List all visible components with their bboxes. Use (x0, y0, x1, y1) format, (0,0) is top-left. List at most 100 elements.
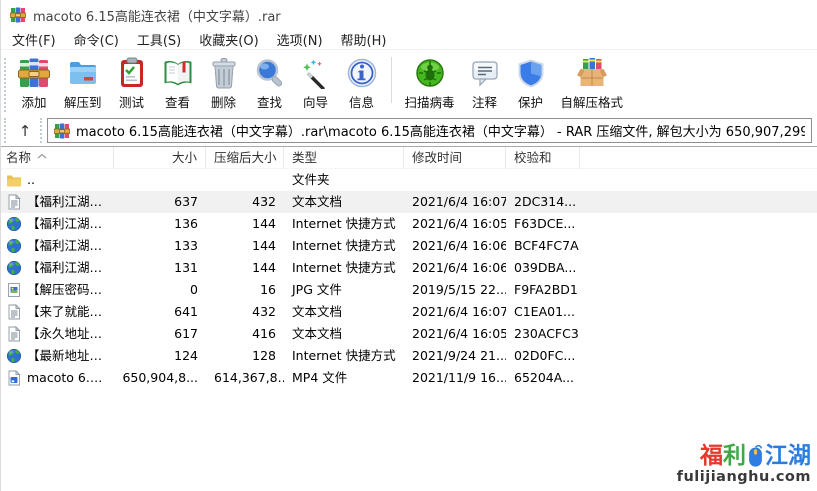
toolbar-button-label: 注释 (472, 92, 497, 111)
delete-button[interactable]: 删除 (201, 55, 247, 113)
file-row[interactable]: 【来了就能下载...641432文本文档2021/6/4 16:07C1EA01… (1, 301, 817, 323)
file-name: 【来了就能下载... (27, 301, 110, 323)
cell-packed: 432 (206, 191, 284, 213)
toolbar-button-label: 保护 (518, 92, 543, 111)
cell-name: 【福利江湖发布... (1, 213, 114, 235)
column-header-size[interactable]: 大小 (114, 147, 206, 169)
file-name: macoto 6.15高... (27, 367, 110, 389)
file-name: .. (27, 169, 35, 191)
cell-name: macoto 6.15高... (1, 367, 114, 389)
addressbar-grip-1[interactable] (4, 118, 9, 143)
toolbar-button-label: 扫描病毒 (405, 92, 455, 111)
file-row[interactable]: 【福利江湖发布...131144Internet 快捷方式2021/6/4 16… (1, 257, 817, 279)
add-icon (18, 57, 50, 89)
up-directory-button[interactable]: ↑ (11, 119, 39, 143)
title-bar: macoto 6.15高能连衣裙（中文字幕）.rar (1, 0, 817, 30)
folder-icon (6, 172, 22, 188)
test-icon (116, 57, 148, 89)
menu-item-4[interactable]: 选项(N) (268, 30, 332, 49)
cell-packed (206, 169, 284, 191)
cell-size: 131 (114, 257, 206, 279)
sort-ascending-icon (37, 147, 47, 166)
cell-packed: 16 (206, 279, 284, 301)
info-button[interactable]: 信息 (339, 55, 385, 113)
sfx-button[interactable]: 自解压格式 (554, 55, 631, 113)
cell-modified: 2021/6/4 16:07 (404, 301, 506, 323)
cell-type: Internet 快捷方式 (284, 213, 404, 235)
extract-button[interactable]: 解压到 (57, 55, 109, 113)
protect-icon (515, 57, 547, 89)
column-header-label: 类型 (292, 150, 317, 165)
cell-packed: 144 (206, 235, 284, 257)
cell-modified: 2021/6/4 16:06 (404, 235, 506, 257)
cell-modified: 2021/6/4 16:07 (404, 191, 506, 213)
cell-name: 【解压密码：来... (1, 279, 114, 301)
protect-button[interactable]: 保护 (508, 55, 554, 113)
cell-checksum: 65204A... (506, 367, 580, 389)
archive-path-text: macoto 6.15高能连衣裙（中文字幕）.rar\macoto 6.15高能… (76, 121, 805, 140)
cell-packed: 144 (206, 213, 284, 235)
cell-type: 文件夹 (284, 169, 404, 191)
toolbar-button-label: 信息 (349, 92, 374, 111)
test-button[interactable]: 测试 (109, 55, 155, 113)
cell-type: JPG 文件 (284, 279, 404, 301)
watermark-char: 江 (765, 443, 788, 469)
file-row[interactable]: .. 文件夹 (1, 169, 817, 191)
menu-item-1[interactable]: 命令(C) (65, 30, 128, 49)
cell-modified: 2021/6/4 16:05 (404, 323, 506, 345)
add-button[interactable]: 添加 (11, 55, 57, 113)
cell-size: 133 (114, 235, 206, 257)
cell-type: Internet 快捷方式 (284, 235, 404, 257)
view-icon (162, 57, 194, 89)
file-row[interactable]: macoto 6.15高...650,904,8...614,367,8...M… (1, 367, 817, 389)
scan-virus-button[interactable]: 扫描病毒 (398, 55, 462, 113)
cell-name: 【福利江湖发布... (1, 235, 114, 257)
cell-type: 文本文档 (284, 191, 404, 213)
info-icon (346, 57, 378, 89)
list-header: 名称大小压缩后大小类型 修改时间校验和 (1, 147, 817, 169)
cell-type: 文本文档 (284, 301, 404, 323)
cell-name: 【福利江湖】全... (1, 191, 114, 213)
toolbar-grip[interactable] (4, 58, 9, 112)
file-row[interactable]: 【最新地址】-...124128Internet 快捷方式2021/9/24 2… (1, 345, 817, 367)
column-header-modified[interactable]: 修改时间 (404, 147, 506, 169)
cell-size: 637 (114, 191, 206, 213)
addressbar-grip-2[interactable] (40, 118, 45, 143)
file-name: 【永久地址发布... (27, 323, 110, 345)
toolbar: 添加解压到测试查看删除查找向导 信息 扫描病毒注释 保护自解压格式 (1, 50, 817, 115)
file-row[interactable]: 【福利江湖发布...133144Internet 快捷方式2021/6/4 16… (1, 235, 817, 257)
find-button[interactable]: 查找 (247, 55, 293, 113)
wizard-icon (300, 57, 332, 89)
cell-name: 【福利江湖发布... (1, 257, 114, 279)
archive-path-field[interactable]: macoto 6.15高能连衣裙（中文字幕）.rar\macoto 6.15高能… (47, 118, 812, 143)
cell-checksum: 039DBA... (506, 257, 580, 279)
cell-size (114, 169, 206, 191)
cell-packed: 416 (206, 323, 284, 345)
column-header-packed[interactable]: 压缩后大小 (206, 147, 284, 169)
watermark-char: 福 (700, 443, 723, 469)
column-header-checksum[interactable]: 校验和 (506, 147, 580, 169)
cell-modified: 2021/11/9 16... (404, 367, 506, 389)
cell-modified (404, 169, 506, 191)
mouse-icon (747, 444, 764, 468)
menu-item-5[interactable]: 帮助(H) (332, 30, 396, 49)
cell-type: 文本文档 (284, 323, 404, 345)
winrar-archive-icon (54, 123, 70, 139)
view-button[interactable]: 查看 (155, 55, 201, 113)
file-name: 【福利江湖发布... (27, 257, 110, 279)
cell-type: MP4 文件 (284, 367, 404, 389)
file-row[interactable]: 【永久地址发布...617416文本文档2021/6/4 16:05230ACF… (1, 323, 817, 345)
file-row[interactable]: 【福利江湖发布...136144Internet 快捷方式2021/6/4 16… (1, 213, 817, 235)
wizard-button[interactable]: 向导 (293, 55, 339, 113)
cell-name: .. (1, 169, 114, 191)
comment-button[interactable]: 注释 (462, 55, 508, 113)
column-header-type[interactable]: 类型 (284, 147, 404, 169)
cell-type: Internet 快捷方式 (284, 257, 404, 279)
toolbar-button-label: 向导 (303, 92, 328, 111)
column-header-name[interactable]: 名称 (1, 147, 114, 169)
menu-item-3[interactable]: 收藏夹(O) (190, 30, 267, 49)
file-row[interactable]: 【福利江湖】全...637432文本文档2021/6/4 16:072DC314… (1, 191, 817, 213)
menu-item-2[interactable]: 工具(S) (128, 30, 190, 49)
file-row[interactable]: 【解压密码：来...016JPG 文件2019/5/15 22...F9FA2B… (1, 279, 817, 301)
menu-item-0[interactable]: 文件(F) (3, 30, 65, 49)
